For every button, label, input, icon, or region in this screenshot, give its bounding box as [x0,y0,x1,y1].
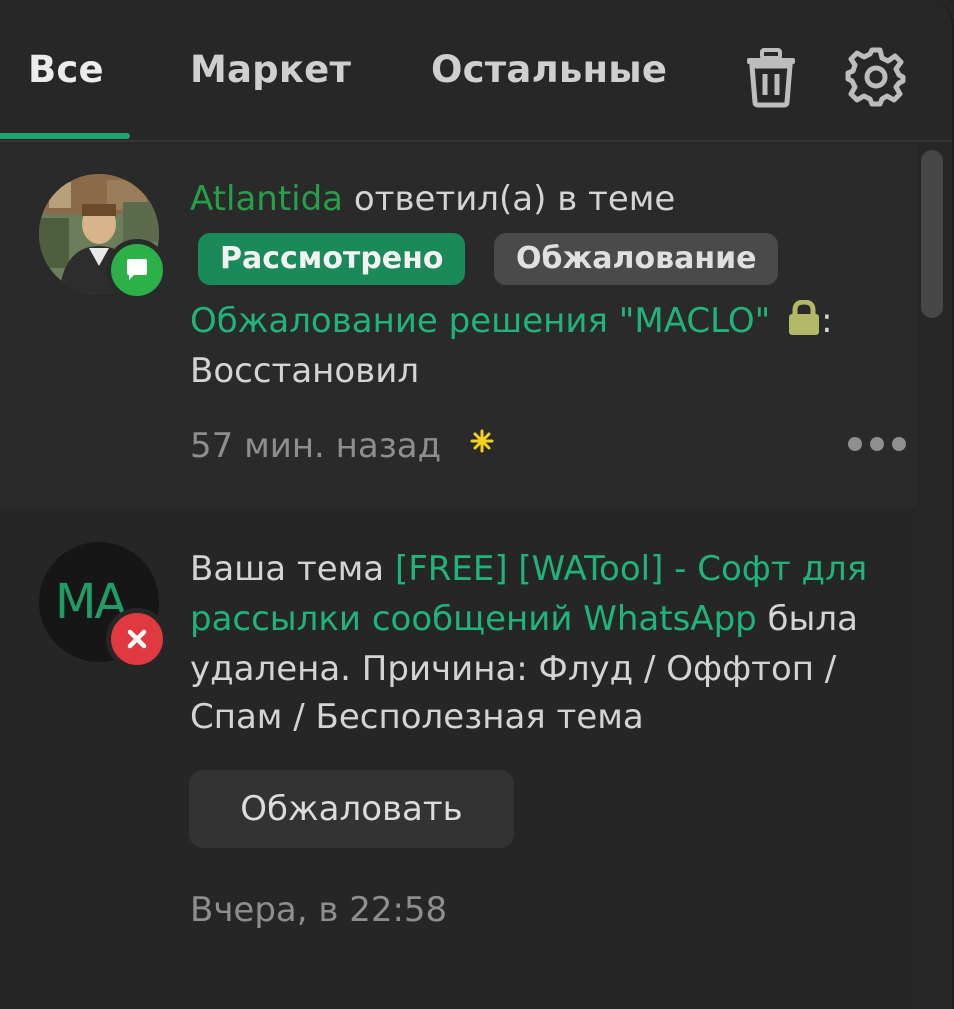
tab-other[interactable]: Остальные [431,48,667,91]
more-options-icon[interactable] [846,434,908,454]
lock-icon [787,299,821,350]
chat-bubble-icon [106,239,168,301]
thread-line: Обжалование решения "MACLO" : [190,296,833,350]
tab-all[interactable]: Все [28,48,104,91]
thread-link[interactable]: рассылки сообщений WhatsApp [190,599,757,639]
reason-line: Спам / Бесполезная тема [190,697,644,737]
active-tab-indicator [0,133,130,139]
timestamp: Вчера, в 22:58 [190,890,448,930]
trash-icon[interactable] [744,48,798,108]
notification-line: Ваша тема [FREE] [WATool] - Софт для [190,544,867,594]
thread-link[interactable]: [FREE] [WATool] - Софт для [395,549,867,589]
scrollbar-thumb[interactable] [921,150,943,318]
reason-line: удалена. Причина: Флуд / Оффтоп / [190,649,837,689]
notification-item[interactable]: MA Ваша тема [FREE] [WATool] - Софт для … [0,508,918,1009]
message-text: Восстановил [190,351,420,391]
notifications-panel: Все Маркет Остальные Atlantida ответил(а… [0,0,954,1009]
notification-line: рассылки сообщений WhatsApp была [190,594,858,644]
prefix-text: Ваша тема [190,549,395,589]
category-tag[interactable]: Обжалование [494,233,779,285]
thread-suffix: : [821,301,833,341]
appeal-button[interactable]: Обжаловать [189,770,514,848]
user-link[interactable]: Atlantida [190,179,343,219]
thread-link[interactable]: Обжалование решения "MACLO" [190,301,770,341]
notification-headline: Atlantida ответил(а) в теме [190,174,675,224]
timestamp-text: 57 мин. назад [190,426,442,466]
action-text: ответил(а) в теме [343,179,676,219]
status-tag[interactable]: Рассмотрено [198,233,466,285]
sparkle-icon [470,422,494,462]
tab-bar: Все Маркет Остальные [0,0,952,142]
notification-item[interactable]: Atlantida ответил(а) в теме Рассмотрено … [0,144,918,508]
after-title-text: была [756,599,858,639]
close-icon [106,608,168,670]
tab-market[interactable]: Маркет [190,48,351,91]
gear-icon[interactable] [845,46,907,108]
timestamp: 57 мин. назад [190,422,494,466]
